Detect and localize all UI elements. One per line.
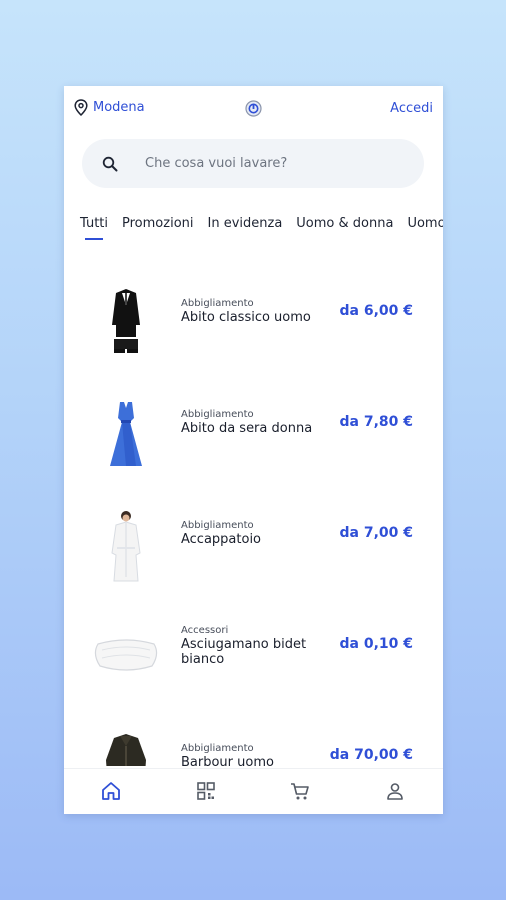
profile-icon[interactable]	[384, 780, 406, 802]
location-selector[interactable]: Modena	[74, 99, 145, 116]
product-item[interactable]: Accessori Asciugamano bidet bianco da 0,…	[64, 599, 443, 710]
tab-promozioni[interactable]: Promozioni	[122, 216, 193, 246]
bathrobe-image	[111, 511, 141, 582]
location-label: Modena	[93, 100, 145, 115]
tab-uomo[interactable]: Uomo	[407, 216, 443, 246]
login-link[interactable]: Accedi	[390, 101, 433, 116]
product-item[interactable]: Abbigliamento Accappatoio da 7,00 €	[64, 488, 443, 599]
product-name: Abito classico uomo	[181, 310, 311, 325]
category-tabs: Tutti Promozioni In evidenza Uomo & donn…	[64, 216, 443, 246]
search-bar[interactable]	[82, 139, 424, 188]
search-icon	[102, 156, 118, 171]
product-price: da 7,00 €	[339, 525, 414, 541]
product-category: Abbigliamento	[181, 298, 254, 309]
product-name: Asciugamano bidet bianco	[181, 637, 307, 667]
tab-in-evidenza[interactable]: In evidenza	[208, 216, 283, 246]
towel-image	[94, 639, 158, 671]
top-bar: Modena Accedi	[64, 86, 443, 132]
cart-icon[interactable]	[289, 780, 311, 802]
dress-image	[110, 402, 142, 466]
home-icon[interactable]	[100, 780, 122, 802]
tab-uomo-donna[interactable]: Uomo & donna	[296, 216, 393, 246]
suit-image	[112, 289, 140, 353]
product-category: Accessori	[181, 625, 229, 636]
product-item[interactable]: Abbigliamento Abito classico uomo da 6,0…	[64, 266, 443, 377]
product-name: Barbour uomo	[181, 755, 274, 766]
product-item[interactable]: Abbigliamento Abito da sera donna da 7,8…	[64, 377, 443, 488]
tab-tutti[interactable]: Tutti	[80, 216, 108, 246]
product-category: Abbigliamento	[181, 743, 254, 754]
app-screen: Modena Accedi Tutti Promozioni In eviden…	[64, 86, 443, 814]
product-list: Abbigliamento Abito classico uomo da 6,0…	[64, 266, 443, 766]
product-category: Abbigliamento	[181, 520, 254, 531]
product-price: da 70,00 €	[329, 747, 413, 763]
brand-logo-icon	[245, 100, 262, 121]
product-name: Accappatoio	[181, 532, 262, 547]
product-item[interactable]: Abbigliamento Barbour uomo da 70,00 €	[64, 710, 443, 766]
product-price: da 0,10 €	[339, 636, 414, 652]
product-price: da 7,80 €	[339, 414, 414, 430]
product-category: Abbigliamento	[181, 409, 254, 420]
qr-code-icon[interactable]	[195, 780, 217, 802]
product-price: da 6,00 €	[339, 303, 414, 319]
product-name: Abito da sera donna	[181, 421, 313, 436]
location-pin-icon	[74, 99, 88, 116]
search-input[interactable]	[145, 156, 395, 171]
bottom-navigation	[64, 768, 443, 814]
jacket-image	[106, 734, 146, 766]
